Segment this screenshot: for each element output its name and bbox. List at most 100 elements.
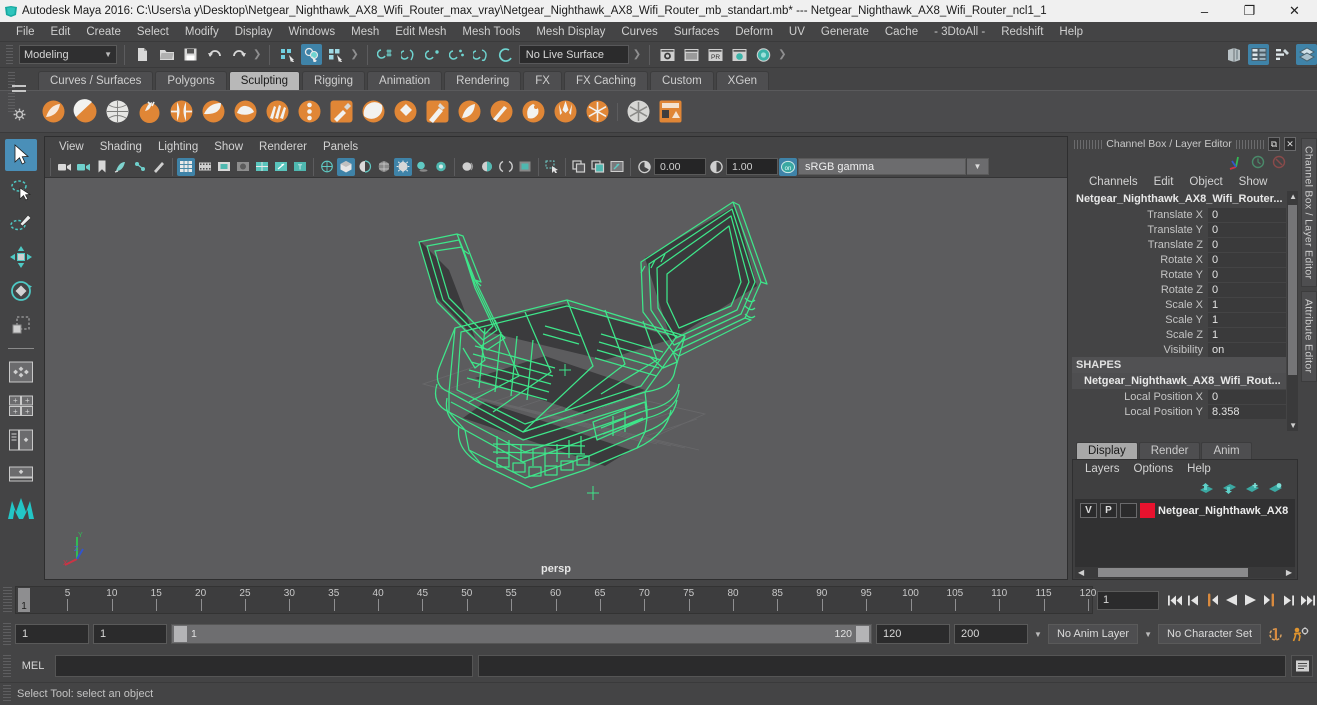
channel-row-rotate-z[interactable]: Rotate Z 0 xyxy=(1072,282,1298,297)
gate-mask-icon[interactable] xyxy=(234,158,252,176)
menuset-selector[interactable]: Modeling ▼ xyxy=(19,45,117,64)
menu-select[interactable]: Select xyxy=(129,24,177,40)
channel-box-grip-2[interactable] xyxy=(1235,139,1265,149)
layer-move-up-icon[interactable] xyxy=(1199,482,1214,495)
single-perspective-layout[interactable] xyxy=(5,356,37,388)
channel-value[interactable]: 0 xyxy=(1208,267,1286,282)
scroll-up-icon[interactable]: ▲ xyxy=(1289,192,1297,201)
layer-move-down-icon[interactable] xyxy=(1222,482,1237,495)
shade-wireframe-icon[interactable] xyxy=(356,158,374,176)
shadows-icon[interactable] xyxy=(413,158,431,176)
range-slider-right-handle[interactable] xyxy=(856,626,870,642)
channel-value[interactable]: 0 xyxy=(1208,222,1286,237)
select-by-hierarchy-button[interactable] xyxy=(277,44,298,65)
layer-name[interactable]: Netgear_Nighthawk_AX8 xyxy=(1158,505,1288,517)
exposure-icon[interactable] xyxy=(635,158,653,176)
playback-end-time-field[interactable]: 120 xyxy=(876,624,951,644)
shelf-tab-xgen[interactable]: XGen xyxy=(715,71,770,90)
channel-row-translate-y[interactable]: Translate Y 0 xyxy=(1072,222,1298,237)
layer-playback-toggle[interactable]: P xyxy=(1100,503,1117,518)
channel-row-local-position-x[interactable]: Local Position X 0 xyxy=(1072,389,1298,404)
channel-value[interactable]: 0 xyxy=(1208,282,1286,297)
character-set-chevron-down-icon[interactable]: ▼ xyxy=(1142,630,1154,639)
channel-box-menu-object[interactable]: Object xyxy=(1182,175,1229,189)
step-back-frame-button[interactable] xyxy=(1184,589,1203,611)
ipr-render-button[interactable] xyxy=(681,44,702,65)
channel-row-rotate-x[interactable]: Rotate X 0 xyxy=(1072,252,1298,267)
menu-uv[interactable]: UV xyxy=(781,24,813,40)
select-objects-icon[interactable] xyxy=(543,158,561,176)
channel-row-scale-x[interactable]: Scale X 1 xyxy=(1072,297,1298,312)
channel-value[interactable]: 1 xyxy=(1208,312,1286,327)
channel-box-menu-edit[interactable]: Edit xyxy=(1147,175,1181,189)
time-slider-grip[interactable] xyxy=(3,587,12,613)
color-space-chevron-down-icon[interactable]: ▼ xyxy=(967,158,989,175)
layer-menu-options[interactable]: Options xyxy=(1128,462,1180,476)
close-panel-icon[interactable]: ✕ xyxy=(1284,137,1296,151)
snap-to-point-button[interactable] xyxy=(423,44,444,65)
collapse-chevron-icon-2[interactable]: ❯ xyxy=(349,49,359,60)
gamma-value-field[interactable]: 1.00 xyxy=(726,158,778,175)
menu-edit[interactable]: Edit xyxy=(43,24,79,40)
open-scene-button[interactable] xyxy=(156,44,177,65)
step-forward-key-button[interactable] xyxy=(1260,589,1279,611)
menu-create[interactable]: Create xyxy=(78,24,129,40)
shelf-tab-animation[interactable]: Animation xyxy=(367,71,443,90)
xray-text-icon[interactable]: T xyxy=(291,158,309,176)
menu-deform[interactable]: Deform xyxy=(727,24,781,40)
layer-new-icon[interactable] xyxy=(1245,482,1260,495)
channel-box-list[interactable]: Netgear_Nighthawk_AX8_Wifi_Router... Tra… xyxy=(1072,191,1298,431)
ambient-occlusion-icon[interactable] xyxy=(432,158,450,176)
script-editor-icon[interactable] xyxy=(1291,655,1313,677)
play-forwards-button[interactable] xyxy=(1241,589,1260,611)
show-channel-box-button[interactable] xyxy=(1296,44,1317,65)
menu-windows[interactable]: Windows xyxy=(280,24,343,40)
make-live-button[interactable] xyxy=(495,44,516,65)
tab-display-layers[interactable]: Display xyxy=(1076,442,1138,459)
shelf-tab-rendering[interactable]: Rendering xyxy=(444,71,522,90)
smear-brush-icon[interactable] xyxy=(486,97,516,127)
tab-anim-layers[interactable]: Anim xyxy=(1201,442,1252,459)
motion-blur-icon[interactable] xyxy=(459,158,477,176)
show-tool-settings-button[interactable] xyxy=(1272,44,1293,65)
resolution-gate-icon[interactable] xyxy=(215,158,233,176)
minimize-button[interactable]: – xyxy=(1182,0,1227,22)
two-d-pan-zoom-icon[interactable] xyxy=(131,158,149,176)
viewport-display-mode-icon[interactable] xyxy=(516,158,534,176)
maximize-button[interactable]: ❐ xyxy=(1227,0,1272,22)
grab-brush-icon[interactable] xyxy=(134,97,164,127)
current-frame-field[interactable]: 1 xyxy=(1097,590,1159,610)
undo-button[interactable] xyxy=(204,44,225,65)
lasso-select-tool[interactable] xyxy=(5,173,37,205)
isolate-select-icon[interactable] xyxy=(497,158,515,176)
help-line-grip[interactable] xyxy=(3,685,11,703)
channel-row-visibility[interactable]: Visibility on xyxy=(1072,342,1298,357)
menu-help[interactable]: Help xyxy=(1051,24,1091,40)
layer-menu-layers[interactable]: Layers xyxy=(1079,462,1126,476)
channel-row-translate-x[interactable]: Translate X 0 xyxy=(1072,207,1298,222)
foamy-brush-icon[interactable] xyxy=(230,97,260,127)
viewport-3d-canvas[interactable]: X Y Z persp xyxy=(45,178,1067,579)
save-scene-button[interactable] xyxy=(180,44,201,65)
shelf-tab-rigging[interactable]: Rigging xyxy=(302,71,366,90)
channel-box-menu-channels[interactable]: Channels xyxy=(1082,175,1145,189)
select-by-component-button[interactable] xyxy=(325,44,346,65)
viewport-menu-panels[interactable]: Panels xyxy=(315,140,366,154)
imprint-brush-icon[interactable] xyxy=(326,97,356,127)
collapse-chevron-icon[interactable]: ❯ xyxy=(252,49,262,60)
time-slider[interactable]: 1 5 10 15 20 25 30 35 40 45 50 55 60 65 70 75 80 85 90 95 1… xyxy=(15,586,1096,614)
unfreeze-brush-icon[interactable] xyxy=(623,97,653,127)
go-to-start-button[interactable] xyxy=(1165,589,1184,611)
outliner-persp-layout[interactable] xyxy=(5,424,37,456)
half-shade-icon[interactable] xyxy=(478,158,496,176)
channel-box-muted-icon[interactable] xyxy=(1272,155,1286,169)
shelf-tab-menu-icon[interactable] xyxy=(12,84,26,94)
time-slider-cursor[interactable]: 1 xyxy=(18,588,30,612)
menu-3dtoall[interactable]: - 3DtoAll - xyxy=(926,24,993,40)
shelf-tab-polygons[interactable]: Polygons xyxy=(155,71,227,90)
layer-scroll-thumb[interactable] xyxy=(1098,568,1249,577)
viewport-menu-show[interactable]: Show xyxy=(206,140,251,154)
spray-brush-icon[interactable] xyxy=(262,97,292,127)
flatten-brush-icon[interactable] xyxy=(198,97,228,127)
menu-redshift[interactable]: Redshift xyxy=(993,24,1051,40)
